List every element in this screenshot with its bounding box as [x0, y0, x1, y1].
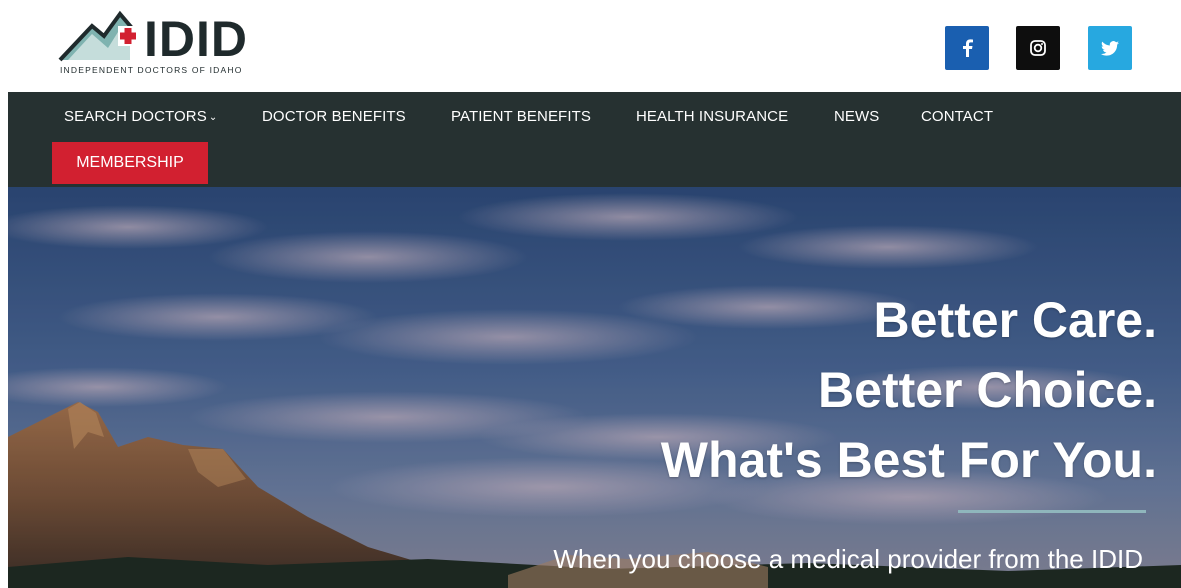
hero-banner: Better Care. Better Choice. What's Best … — [8, 187, 1181, 588]
nav-item-label: HEALTH INSURANCE — [636, 108, 789, 125]
nav-item-search-doctors[interactable]: SEARCH DOCTORS ⌄ — [64, 108, 217, 128]
twitter-link[interactable] — [1088, 26, 1132, 70]
logo-mountain-icon — [58, 10, 138, 62]
hero-heading-line-1: Better Care. — [873, 292, 1157, 348]
nav-item-doctor-benefits[interactable]: DOCTOR BENEFITS — [262, 108, 406, 126]
nav-item-label: CONTACT — [921, 108, 994, 125]
twitter-icon — [1101, 40, 1119, 56]
hero-subtext: When you choose a medical provider from … — [553, 544, 1143, 574]
facebook-icon — [963, 39, 973, 57]
instagram-icon — [1030, 40, 1046, 56]
membership-button[interactable]: MEMBERSHIP — [52, 142, 208, 184]
instagram-link[interactable] — [1016, 26, 1060, 70]
nav-item-label: NEWS — [834, 108, 880, 125]
nav-item-contact[interactable]: CONTACT — [921, 108, 993, 126]
nav-item-news[interactable]: NEWS — [834, 108, 879, 126]
nav-item-label: SEARCH DOCTORS — [64, 108, 207, 125]
nav-item-patient-benefits[interactable]: PATIENT BENEFITS — [451, 108, 591, 126]
hero-heading-line-3: What's Best For You. — [660, 432, 1157, 488]
hero-divider — [958, 510, 1146, 513]
nav-item-label: DOCTOR BENEFITS — [262, 108, 406, 125]
logo-wordmark: IDID — [144, 11, 248, 67]
hero-heading-line-2: Better Choice. — [818, 362, 1157, 418]
logo-tagline: INDEPENDENT DOCTORS OF IDAHO — [60, 65, 243, 75]
nav-item-label: PATIENT BENEFITS — [451, 108, 591, 125]
chevron-down-icon: ⌄ — [208, 112, 218, 123]
main-nav: SEARCH DOCTORS ⌄ DOCTOR BENEFITS PATIENT … — [8, 92, 1181, 187]
site-header: IDID INDEPENDENT DOCTORS OF IDAHO — [0, 0, 1181, 92]
site-logo[interactable]: IDID INDEPENDENT DOCTORS OF IDAHO — [58, 8, 290, 78]
nav-item-health-insurance[interactable]: HEALTH INSURANCE — [636, 108, 788, 126]
facebook-link[interactable] — [945, 26, 989, 70]
